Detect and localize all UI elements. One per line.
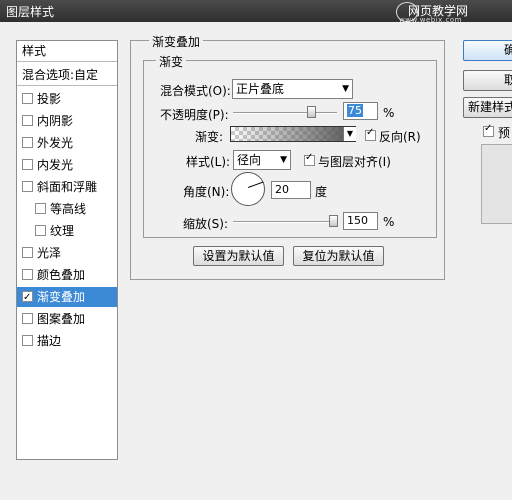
align-with-layer-checkbox[interactable] (304, 152, 315, 166)
sidebar-item-label: 颜色叠加 (37, 268, 86, 282)
blend-mode-select[interactable]: 正片叠底 ▼ (232, 79, 353, 99)
sidebar-item-color-overlay[interactable]: 颜色叠加 (17, 265, 117, 285)
sidebar-item-label: 内发光 (37, 158, 74, 172)
sidebar-item-label: 渐变叠加 (37, 290, 86, 304)
sidebar-item-label: 内阴影 (37, 114, 74, 128)
sidebar-item-gradient-overlay[interactable]: 渐变叠加 (17, 287, 117, 308)
checkbox-stroke[interactable] (22, 335, 33, 346)
gradient-label: 渐变: (195, 130, 224, 144)
section-title: 渐变叠加 (149, 33, 204, 50)
angle-dial-indicator (248, 181, 264, 188)
scale-label: 缩放(S): (183, 217, 229, 231)
angle-dial[interactable] (231, 172, 265, 206)
opacity-slider-thumb[interactable] (307, 106, 316, 118)
sidebar-item-texture[interactable]: 纹理 (17, 221, 117, 241)
reverse-checkbox[interactable] (365, 127, 376, 141)
opacity-label: 不透明度(P): (160, 108, 229, 122)
checkbox-color-overlay[interactable] (22, 269, 33, 280)
watermark-subtext: www.webjx.com (399, 16, 462, 24)
sidebar-item-stroke[interactable]: 描边 (17, 331, 117, 351)
new-style-button[interactable]: 新建样式 (463, 97, 512, 118)
opacity-input[interactable]: 75 (343, 102, 378, 120)
blend-mode-label: 混合模式(O): (160, 84, 231, 98)
chevron-down-icon: ▼ (342, 84, 349, 94)
sidebar-item-drop-shadow[interactable]: 投影 (17, 89, 117, 109)
scale-slider[interactable] (233, 221, 337, 223)
checkbox-pattern-overlay[interactable] (22, 313, 33, 324)
sidebar-item-inner-glow[interactable]: 内发光 (17, 155, 117, 175)
set-as-default-button[interactable]: 设置为默认值 (193, 246, 284, 266)
chevron-down-icon: ▼ (280, 155, 287, 165)
opacity-value: 75 (347, 104, 363, 117)
sidebar-item-label: 描边 (37, 334, 62, 348)
ok-button-label: 确 (472, 43, 512, 57)
ok-button[interactable]: 确 (463, 40, 512, 61)
checkbox-drop-shadow[interactable] (22, 93, 33, 104)
opacity-slider[interactable] (233, 112, 337, 114)
sidebar-item-label: 投影 (37, 92, 62, 106)
window-title: 图层样式 (6, 5, 55, 19)
scale-slider-thumb[interactable] (329, 215, 338, 227)
preview-label: 预 (498, 126, 511, 140)
sidebar-item-label: 外发光 (37, 136, 74, 150)
cancel-button[interactable]: 取 (463, 70, 512, 91)
align-with-layer-label: 与图层对齐(I) (318, 155, 391, 169)
checkbox-gradient-overlay[interactable] (22, 288, 33, 308)
preview-checkbox[interactable] (483, 123, 494, 137)
title-bar: 图层样式 网页教学网 www.webjx.com (0, 0, 512, 24)
angle-input[interactable]: 20 (271, 181, 311, 199)
sidebar-item-satin[interactable]: 光泽 (17, 243, 117, 263)
checkbox-bevel-emboss[interactable] (22, 181, 33, 192)
group-title: 渐变 (156, 53, 187, 70)
gradient-dropdown-chevron-icon[interactable]: ▼ (343, 127, 356, 141)
angle-label: 角度(N): (183, 185, 230, 199)
scale-value: 150 (347, 214, 368, 227)
checkbox-contour[interactable] (35, 203, 46, 214)
sidebar-item-label: 等高线 (50, 202, 87, 216)
angle-unit: 度 (315, 185, 328, 199)
style-value: 径向 (237, 153, 262, 167)
reset-to-default-button[interactable]: 复位为默认值 (293, 246, 384, 266)
scale-input[interactable]: 150 (343, 212, 378, 230)
style-label: 样式(L): (186, 155, 231, 169)
new-style-label: 新建样式 (468, 100, 512, 114)
sidebar-item-bevel-emboss[interactable]: 斜面和浮雕 (17, 177, 117, 197)
reverse-label: 反向(R) (379, 130, 421, 144)
sidebar-item-pattern-overlay[interactable]: 图案叠加 (17, 309, 117, 329)
sidebar-item-contour[interactable]: 等高线 (17, 199, 117, 219)
style-select[interactable]: 径向 ▼ (233, 150, 291, 170)
sidebar-item-label: 斜面和浮雕 (37, 180, 98, 194)
blend-options-label: 混合选项:自定 (22, 68, 99, 82)
preview-thumbnail (481, 144, 512, 224)
checkbox-inner-glow[interactable] (22, 159, 33, 170)
styles-header-label: 样式 (22, 44, 47, 58)
sidebar-item-inner-shadow[interactable]: 内阴影 (17, 111, 117, 131)
blend-options-item[interactable]: 混合选项:自定 (17, 65, 117, 86)
styles-list-panel: 样式 混合选项:自定 投影 内阴影 外发光 内发光 斜面和浮雕 等高线 纹理 光… (16, 40, 118, 460)
checkbox-texture[interactable] (35, 225, 46, 236)
blend-mode-value: 正片叠底 (236, 82, 285, 96)
checkbox-inner-shadow[interactable] (22, 115, 33, 126)
checkbox-outer-glow[interactable] (22, 137, 33, 148)
gradient-preview-swatch[interactable] (230, 126, 356, 142)
angle-value: 20 (275, 183, 289, 196)
cancel-button-label: 取 (472, 73, 512, 87)
opacity-percent-unit: % (383, 106, 395, 120)
checkbox-satin[interactable] (22, 247, 33, 258)
sidebar-item-outer-glow[interactable]: 外发光 (17, 133, 117, 153)
styles-header[interactable]: 样式 (17, 41, 117, 62)
sidebar-item-label: 光泽 (37, 246, 62, 260)
scale-percent-unit: % (383, 215, 395, 229)
sidebar-item-label: 纹理 (50, 224, 75, 238)
sidebar-item-label: 图案叠加 (37, 312, 86, 326)
